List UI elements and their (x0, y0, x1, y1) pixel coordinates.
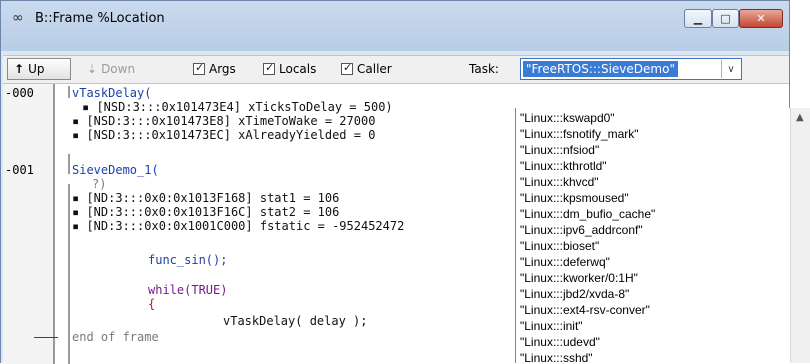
list-item[interactable]: "Linux:::kworker/0:1H" (520, 271, 638, 285)
list-item[interactable]: "Linux:::dm_bufio_cache" (520, 207, 655, 221)
args-check-icon (193, 61, 205, 75)
list-item[interactable]: "Linux:::nfsiod" (520, 143, 599, 157)
list-item[interactable]: "Linux:::bioset" (520, 239, 599, 253)
minimize-button[interactable]: ▁ (684, 9, 712, 28)
down-arrow-icon: ⇣ (87, 62, 98, 76)
list-item[interactable]: "Linux:::kthrotld" (520, 159, 607, 173)
args-label: Args (209, 62, 236, 76)
local-line: ▪ [ND:3:::0x0:0x1001C000] fstatic = -952… (72, 219, 405, 233)
up-arrow-icon: ↑ (14, 62, 25, 76)
source-line: func_sin(); (148, 253, 228, 267)
end-marker-line (34, 337, 58, 338)
locals-check-icon (263, 61, 275, 75)
local-line: ▪ [NSD:3:::0x101473E8] xTimeToWake = 270… (72, 114, 376, 128)
list-item[interactable]: "Linux:::ipv6_addrconf" (520, 223, 643, 237)
frame-index[interactable]: -001 (5, 163, 34, 177)
task-label: Task: (469, 62, 499, 76)
close-button[interactable]: ✕ (739, 9, 783, 28)
list-item[interactable]: "Linux:::kswapd0" (520, 111, 615, 125)
list-item[interactable]: "Linux:::init" (520, 319, 583, 333)
list-item[interactable]: "Linux:::kpsmoused" (520, 191, 629, 205)
task-selected-value: "FreeRTOS:::SieveDemo" (523, 61, 678, 77)
source-line: { (148, 297, 156, 311)
list-item[interactable]: "Linux:::fsnotify_mark" (520, 127, 639, 141)
source-line: while(TRUE) (148, 283, 228, 297)
gutter-divider (53, 84, 55, 364)
maximize-button[interactable]: □ (712, 9, 739, 28)
frame-marker (68, 154, 70, 174)
function-name[interactable]: vTaskDelay( (72, 86, 151, 100)
locals-label: Locals (279, 62, 317, 76)
title-bar[interactable]: ∞ B::Frame %Location ▁ □ ✕ (1, 1, 789, 51)
window-title: B::Frame %Location (35, 11, 165, 26)
toolbar: ↑ Up ⇣ Down Args Locals Caller Task: "Fr… (3, 55, 789, 84)
up-label: Up (28, 62, 45, 76)
dropdown-scrollbar[interactable]: ▲ (790, 108, 810, 363)
list-item[interactable]: "Linux:::udevd" (520, 335, 600, 349)
list-item[interactable]: "Linux:::ext4-rsv-conver" (520, 303, 650, 317)
task-select[interactable]: "FreeRTOS:::SieveDemo" ∨ (520, 58, 742, 80)
local-line: ▪ [ND:3:::0x0:0x1013F168] stat1 = 106 (72, 191, 340, 205)
frame-gutter (3, 84, 53, 364)
up-button[interactable]: ↑ Up (7, 58, 71, 80)
minimize-icon: ▁ (693, 12, 703, 25)
caller-checkbox[interactable]: Caller (341, 58, 392, 80)
arg-line: ▪ [NSD:3:::0x101473E4] xTicksToDelay = 5… (82, 100, 393, 114)
source-line: vTaskDelay( delay ); (223, 314, 368, 328)
local-line: ▪ [ND:3:::0x0:0x1013F16C] stat2 = 106 (72, 205, 340, 219)
down-label: Down (101, 62, 136, 76)
args-checkbox[interactable]: Args (193, 58, 236, 80)
list-item[interactable]: "Linux:::sshd" (520, 351, 593, 363)
task-dropdown-list[interactable]: "Linux:::kswapd0" "Linux:::fsnotify_mark… (515, 108, 791, 363)
maximize-icon: □ (720, 12, 731, 25)
arg-line: ?) (92, 177, 107, 191)
list-item[interactable]: "Linux:::jbd2/xvda-8" (520, 287, 629, 301)
scroll-up-icon[interactable]: ▲ (796, 112, 804, 123)
chevron-down-icon[interactable]: ∨ (721, 60, 740, 78)
local-line: ▪ [NSD:3:::0x101473EC] xAlreadyYielded =… (72, 128, 376, 142)
down-button[interactable]: ⇣ Down (81, 58, 167, 80)
frame-marker (68, 184, 70, 364)
caller-check-icon (341, 61, 353, 75)
list-item[interactable]: "Linux:::deferwq" (520, 255, 610, 269)
glasses-icon: ∞ (12, 10, 24, 26)
function-name[interactable]: SieveDemo_1( (72, 163, 159, 177)
close-icon: ✕ (756, 12, 766, 25)
frame-marker (68, 86, 70, 98)
caller-label: Caller (357, 62, 392, 76)
list-item[interactable]: "Linux:::khvcd" (520, 175, 599, 189)
frame-index[interactable]: -000 (5, 86, 34, 100)
locals-checkbox[interactable]: Locals (263, 58, 316, 80)
end-of-frame: end of frame (72, 330, 159, 344)
